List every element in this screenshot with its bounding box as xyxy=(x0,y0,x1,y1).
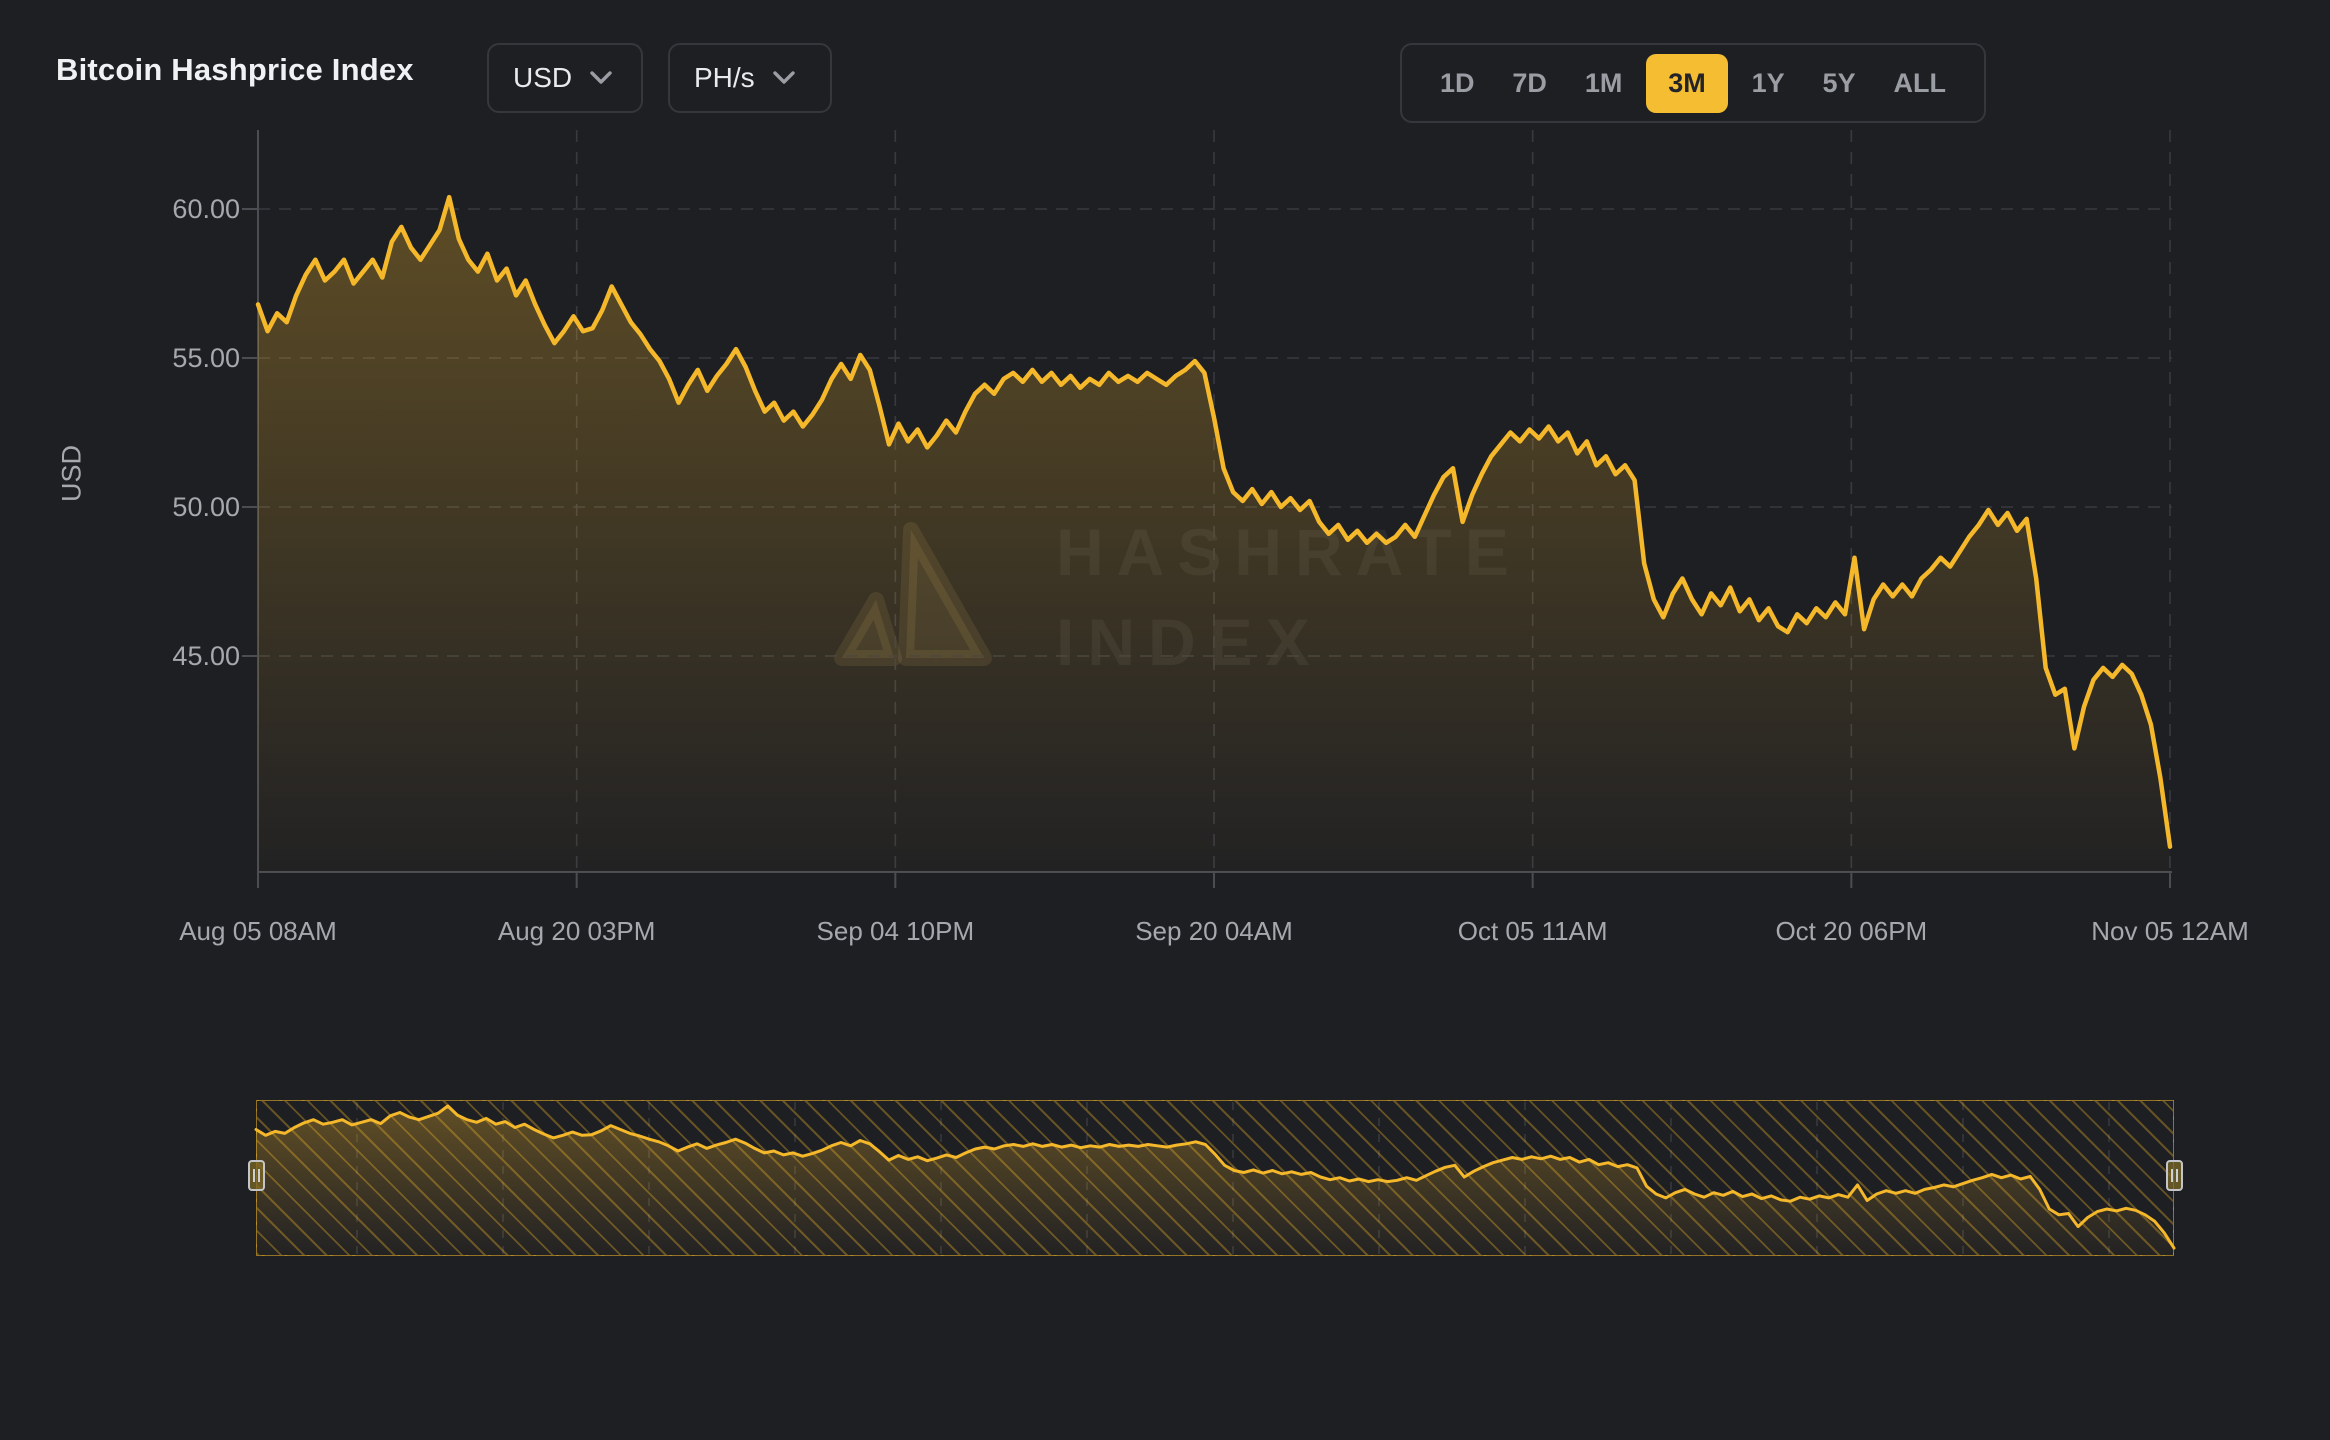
y-axis-label: 60.00 xyxy=(130,194,240,225)
x-axis-label: Aug 20 03PM xyxy=(498,916,656,947)
y-axis-label: 55.00 xyxy=(130,343,240,374)
hashprice-chart[interactable] xyxy=(0,0,2330,1440)
navigator-series xyxy=(256,1102,2174,1255)
y-axis-label: 50.00 xyxy=(130,492,240,523)
main-series xyxy=(258,197,2170,872)
hashprice-index-panel: Bitcoin Hashprice Index USD PH/s 1D 7D 1… xyxy=(0,0,2330,1440)
x-axis-label: Sep 20 04AM xyxy=(1135,916,1293,947)
x-axis-label: Oct 20 06PM xyxy=(1775,916,1927,947)
x-axis-label: Sep 04 10PM xyxy=(817,916,975,947)
navigator-right-handle[interactable] xyxy=(2166,1160,2183,1191)
x-axis-label: Nov 05 12AM xyxy=(2091,916,2249,947)
x-axis-label: Oct 05 11AM xyxy=(1458,916,1608,947)
y-axis-label: 45.00 xyxy=(130,641,240,672)
x-axis-label: Aug 05 08AM xyxy=(179,916,337,947)
navigator-left-handle[interactable] xyxy=(248,1160,265,1191)
